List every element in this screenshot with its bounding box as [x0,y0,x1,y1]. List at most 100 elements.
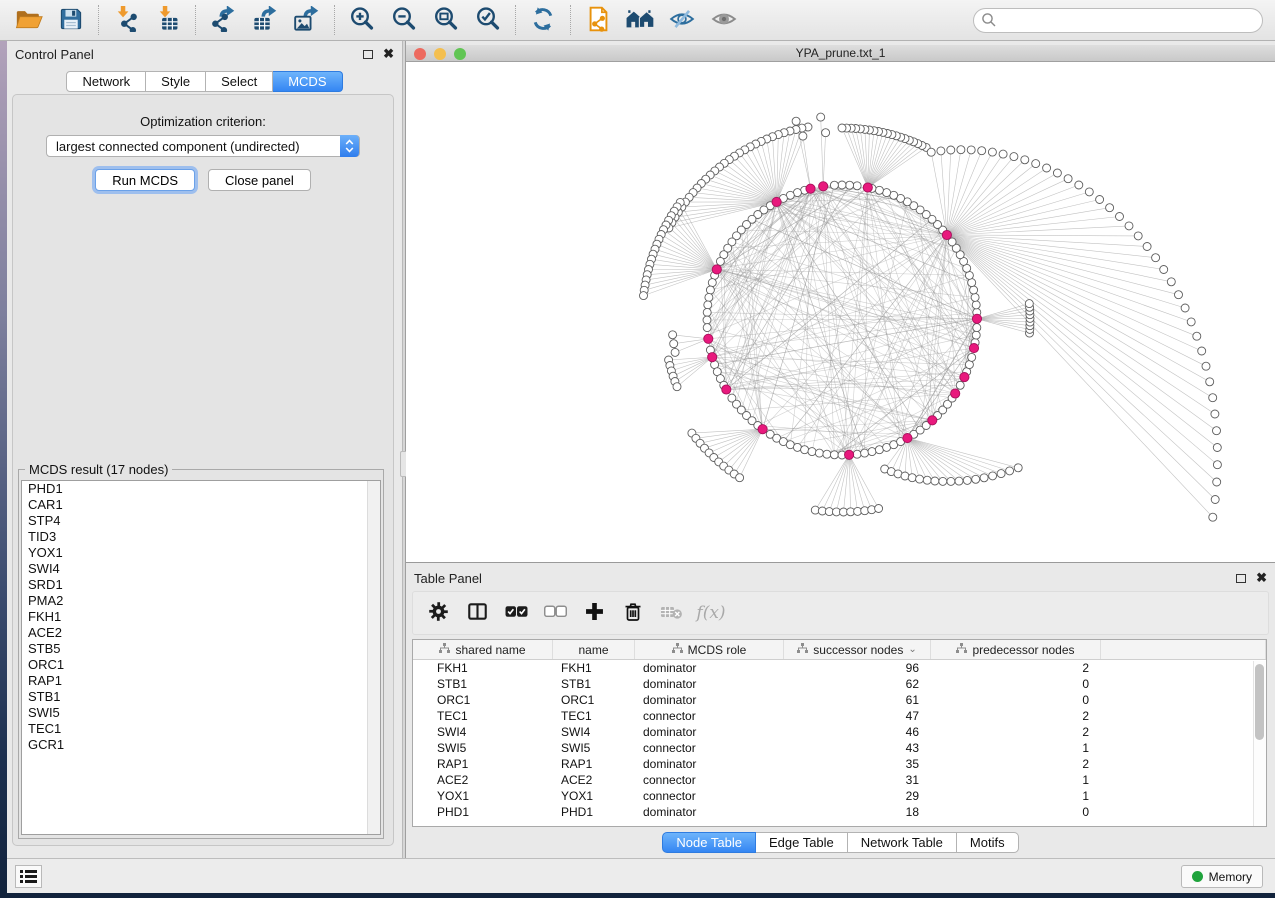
refresh-button[interactable] [522,3,564,37]
tab-mcds[interactable]: MCDS [273,71,342,92]
graph-node[interactable] [875,186,883,194]
table-row[interactable]: STB1STB1dominator620 [413,676,1266,692]
graph-node[interactable] [989,472,997,480]
graph-node[interactable] [671,348,679,356]
table-row[interactable]: RAP1RAP1dominator352 [413,756,1266,772]
graph-node[interactable] [988,148,996,156]
graph-node[interactable] [815,449,823,457]
graph-node[interactable] [669,331,677,339]
graph-hub-node[interactable] [772,197,781,206]
graph-node[interactable] [1006,467,1014,475]
network-canvas[interactable] [406,62,1275,562]
close-table-panel-icon[interactable]: ✖ [1256,573,1267,583]
graph-node[interactable] [808,448,816,456]
column-header-name[interactable]: name [553,640,635,659]
graph-node[interactable] [937,147,945,155]
import-network-button[interactable] [105,3,147,37]
graph-hub-node[interactable] [863,183,872,192]
graph-node[interactable] [901,472,909,480]
graph-node[interactable] [853,182,861,190]
tab-style[interactable]: Style [146,71,206,92]
graph-node[interactable] [916,475,924,483]
graph-node[interactable] [1075,181,1083,189]
open-folder-button[interactable] [8,3,50,37]
mcds-result-item[interactable]: YOX1 [22,545,380,561]
graph-node[interactable] [817,113,825,121]
network-overview-button[interactable] [619,3,661,37]
graph-node[interactable] [997,470,1005,478]
window-zoom-icon[interactable] [454,48,466,60]
graph-node[interactable] [971,293,979,301]
function-button[interactable]: f(x) [696,597,726,629]
graph-node[interactable] [973,324,981,332]
graph-node[interactable] [703,308,711,316]
graph-node[interactable] [708,279,716,287]
column-header-MCDS-role[interactable]: MCDS role [635,640,784,659]
close-panel-button[interactable]: Close panel [208,169,311,191]
graph-node[interactable] [1053,169,1061,177]
graph-node[interactable] [706,286,714,294]
graph-node[interactable] [1152,254,1160,262]
mcds-result-item[interactable]: FKH1 [22,609,380,625]
graph-node[interactable] [673,383,681,391]
export-network-button[interactable] [202,3,244,37]
graph-node[interactable] [1085,188,1093,196]
graph-node[interactable] [1181,304,1189,312]
graph-hub-node[interactable] [960,373,969,382]
graph-node[interactable] [1213,444,1221,452]
graph-hub-node[interactable] [845,450,854,459]
graph-node[interactable] [1202,362,1210,370]
table-row[interactable]: FKH1FKH1dominator962 [413,660,1266,676]
graph-node[interactable] [1021,156,1029,164]
graph-node[interactable] [1167,278,1175,286]
float-table-panel-icon[interactable] [1236,574,1246,583]
graph-node[interactable] [956,381,964,389]
mcds-result-item[interactable]: SWI5 [22,705,380,721]
graph-node[interactable] [1143,243,1151,251]
column-header-spacer[interactable] [1101,640,1266,659]
mcds-result-item[interactable]: TEC1 [22,721,380,737]
graph-node[interactable] [868,448,876,456]
graph-node[interactable] [1211,496,1219,504]
graph-node[interactable] [967,146,975,154]
zoom-fit-button[interactable] [425,3,467,37]
graph-node[interactable] [703,316,711,324]
column-header-successor-nodes[interactable]: successor nodes⌄ [784,640,931,659]
graph-hub-node[interactable] [806,184,815,193]
mcds-result-item[interactable]: STB1 [22,689,380,705]
graph-node[interactable] [823,450,831,458]
graph-node[interactable] [1206,378,1214,386]
mcds-list-scrollbar[interactable] [367,481,380,834]
table-scrollbar-thumb[interactable] [1255,664,1264,740]
zoom-selected-button[interactable] [467,3,509,37]
graph-node[interactable] [822,129,830,137]
graph-hub-node[interactable] [951,389,960,398]
table-row[interactable]: SWI4SWI4dominator462 [413,724,1266,740]
column-header-predecessor-nodes[interactable]: predecessor nodes [931,640,1101,659]
mcds-result-item[interactable]: SRD1 [22,577,380,593]
mcds-result-item[interactable]: ACE2 [22,625,380,641]
graph-node[interactable] [704,301,712,309]
graph-node[interactable] [970,286,978,294]
graph-node[interactable] [947,477,955,485]
graph-node[interactable] [1213,461,1221,469]
mcds-result-item[interactable]: STP4 [22,513,380,529]
graph-node[interactable] [1160,266,1168,274]
search-input[interactable] [973,8,1263,33]
graph-node[interactable] [1064,175,1072,183]
graph-hub-node[interactable] [704,334,713,343]
graph-node[interactable] [972,475,980,483]
graph-hub-node[interactable] [758,425,767,434]
graph-node[interactable] [830,181,838,189]
graph-node[interactable] [931,477,939,485]
graph-node[interactable] [670,340,678,348]
tab-node-table[interactable]: Node Table [662,832,756,853]
table-row[interactable]: PHD1PHD1dominator180 [413,804,1266,820]
graph-node[interactable] [1106,204,1114,212]
run-mcds-button[interactable]: Run MCDS [95,169,195,191]
mcds-result-item[interactable]: GCR1 [22,737,380,753]
graph-node[interactable] [999,150,1007,158]
graph-node[interactable] [908,474,916,482]
close-panel-icon[interactable]: ✖ [383,49,394,59]
window-minimize-icon[interactable] [434,48,446,60]
